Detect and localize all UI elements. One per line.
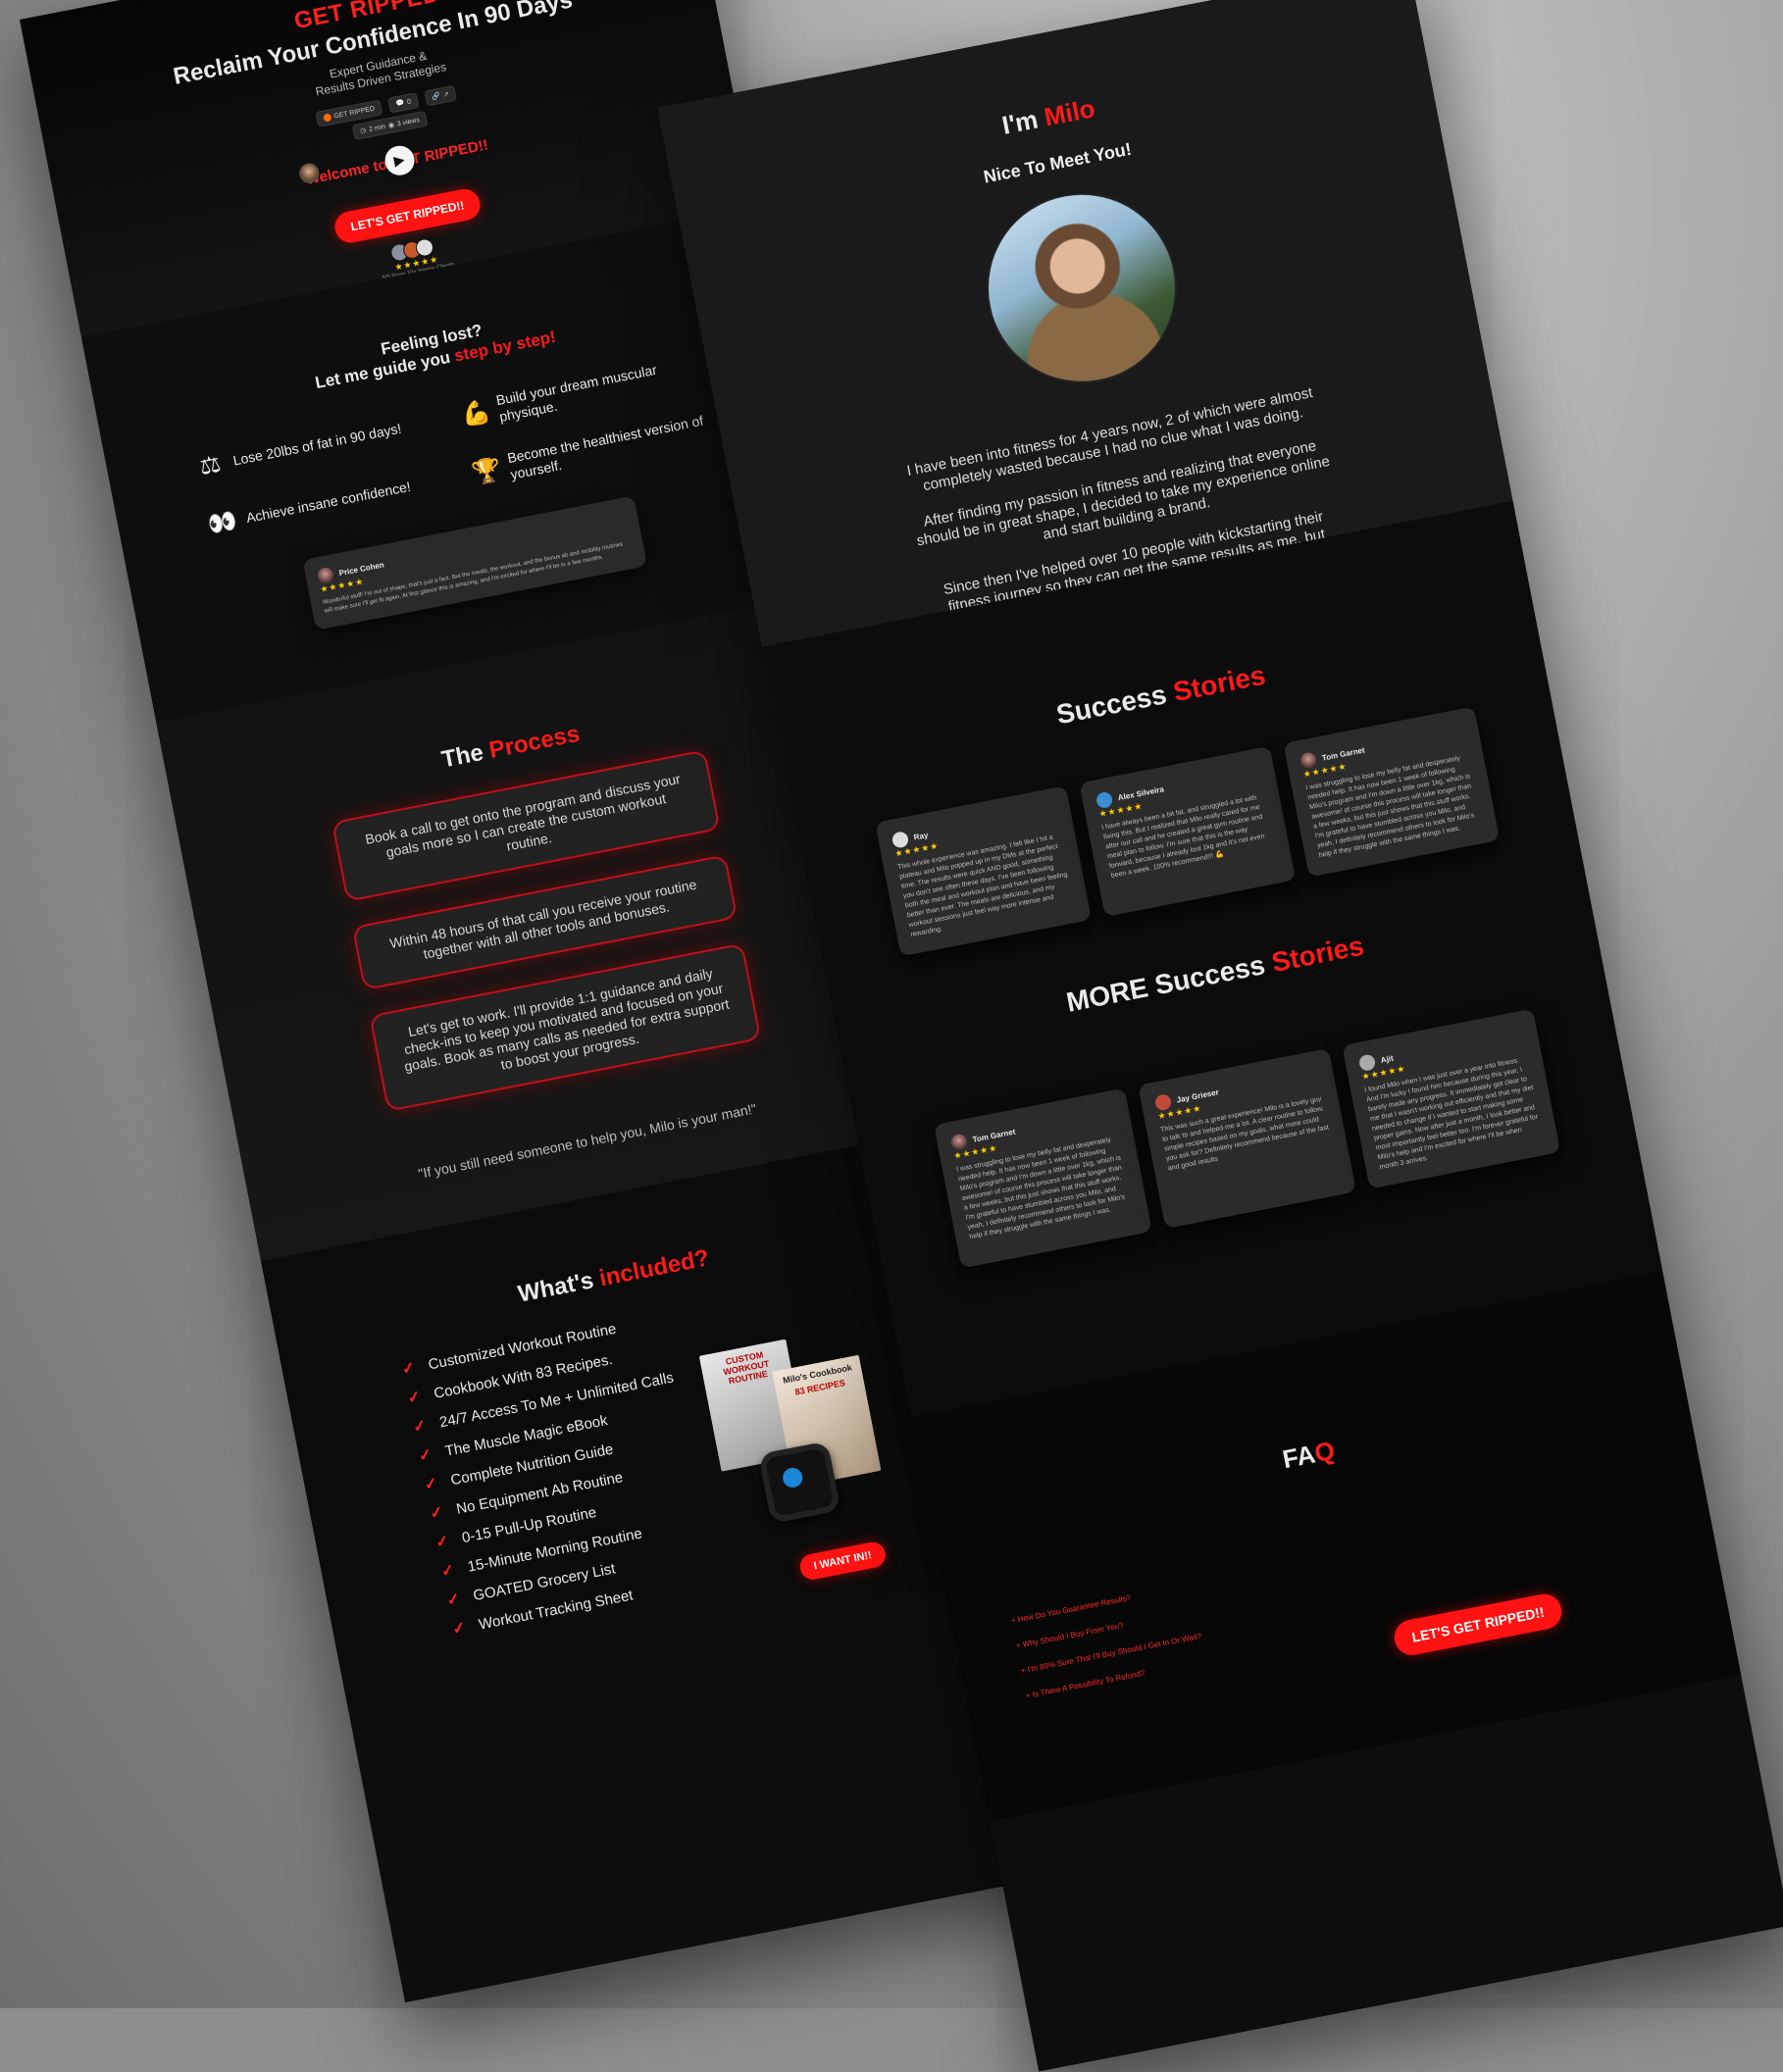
check-icon: ✓ — [428, 1503, 445, 1523]
link-icon: 🔗 — [431, 92, 441, 102]
about-heading-name: Milo — [1042, 93, 1097, 132]
eye-icon: ◉ — [387, 122, 395, 130]
profile-photo — [970, 177, 1194, 400]
check-icon: ✓ — [423, 1475, 439, 1494]
benefit-text: Lose 20lbs of fat in 90 days! — [231, 420, 403, 469]
testimonial-card: Ray ★★★★★ This whole experience was amaz… — [875, 785, 1093, 957]
testimonial-card: Alex Silveira ★★★★★ I have always been a… — [1079, 745, 1297, 917]
success-heading-text: Success — [1053, 677, 1177, 731]
faq-heading-highlight: Q — [1311, 1435, 1338, 1468]
scale-icon: ⚖ — [197, 449, 224, 480]
process-heading-highlight: Process — [486, 720, 583, 765]
product-bundle-image: CUSTOM WORKOUT ROUTINE Milo's Cookbook 83… — [698, 1319, 928, 1540]
smartwatch-icon — [758, 1440, 841, 1524]
faq-list: + How Do You Guarantee Results? + Why Sh… — [1009, 1474, 1722, 1708]
mockup-stage: GET RIPPED Reclaim Your Confidence In 90… — [0, 0, 1783, 2072]
testimonial-card: Ajit ★★★★★ I found Milo when I was just … — [1342, 1008, 1561, 1189]
trophy-icon: 🏆 — [470, 455, 504, 487]
faq-heading-text: FA — [1280, 1439, 1318, 1475]
check-icon: ✓ — [445, 1591, 462, 1610]
benefit-text: Become the healthiest version of yoursel… — [505, 412, 705, 482]
process-heading-text: The — [439, 737, 492, 774]
link-chip[interactable]: 🔗 ↗ — [424, 84, 458, 107]
reviewer-name: Ray — [912, 830, 929, 842]
about-heading-text: I'm — [999, 103, 1047, 140]
check-icon: ✓ — [406, 1388, 423, 1408]
channel-name: GET RIPPED — [332, 105, 376, 121]
reviewer-name: Ajit — [1379, 1053, 1395, 1065]
check-icon: ✓ — [439, 1561, 456, 1581]
included-heading-text: What's — [516, 1265, 603, 1308]
comments-chip[interactable]: 💬 0 — [387, 92, 420, 114]
flexed-bicep-icon: 💪 — [458, 397, 493, 430]
benefit-text: Build your dream muscular physique. — [494, 361, 659, 425]
testimonial-card: Jay Grieser ★★★★★ This was such a great … — [1138, 1047, 1356, 1230]
check-icon: ✓ — [433, 1533, 451, 1552]
views-text: 3 views — [396, 116, 421, 127]
check-icon: ✓ — [450, 1619, 468, 1639]
check-icon: ✓ — [400, 1359, 417, 1379]
eyes-icon: 👀 — [205, 506, 239, 539]
external-link-icon: ↗ — [442, 90, 450, 99]
testimonial-card: Tom Garnet ★★★★★ I was struggling to los… — [934, 1087, 1152, 1269]
channel-logo-icon — [322, 113, 332, 123]
comment-icon: 💬 — [394, 99, 405, 109]
comments-count: 0 — [406, 97, 412, 106]
duration-text: 2 min — [368, 123, 386, 133]
more-cards-carousel[interactable]: Tom Garnet ★★★★★ I was struggling to los… — [858, 993, 1637, 1283]
more-heading-text: MORE Success — [1063, 947, 1275, 1018]
testimonial-card: Tom Garnet ★★★★★ I was struggling to los… — [1283, 706, 1501, 878]
benefit-text: Achieve insane confidence! — [244, 478, 412, 526]
clock-icon: ◷ — [359, 126, 368, 135]
more-heading-highlight: Stories — [1269, 930, 1367, 979]
review-card: Price Cohen ★★★★★ Wonderful stuff! I'm o… — [302, 495, 648, 631]
included-heading-highlight: included? — [596, 1244, 712, 1292]
success-heading-highlight: Stories — [1170, 659, 1268, 708]
check-icon: ✓ — [411, 1417, 429, 1437]
check-icon: ✓ — [417, 1445, 433, 1466]
